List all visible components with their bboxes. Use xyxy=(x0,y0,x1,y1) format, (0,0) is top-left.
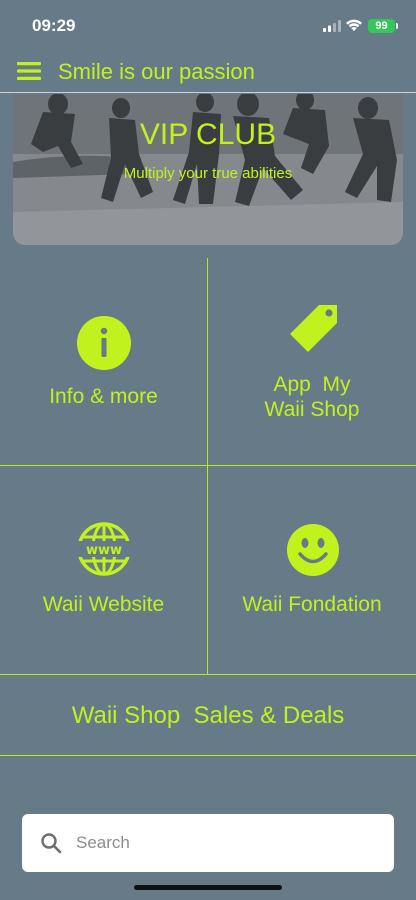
sales-and-deals-label: Waii Shop Sales & Deals xyxy=(71,702,345,729)
tile-label: Waii Website xyxy=(42,593,165,616)
battery-level: 99 xyxy=(375,20,388,32)
tile-label: Info & more xyxy=(49,385,158,408)
page-title: Smile is our passion xyxy=(58,59,255,84)
tile-label-line1: App My xyxy=(273,373,351,396)
hamburger-menu-icon[interactable] xyxy=(17,61,41,81)
status-time: 09:29 xyxy=(32,16,76,35)
search-input[interactable] xyxy=(76,814,376,872)
tile-info-and-more[interactable]: Info & more xyxy=(0,258,207,465)
app-header: Smile is our passion xyxy=(0,52,416,93)
tile-app-my-waii-shop[interactable]: App My Waii Shop xyxy=(208,258,416,465)
home-indicator xyxy=(134,885,282,890)
tag-icon xyxy=(290,305,337,352)
tile-label-line2: Waii Shop xyxy=(264,398,360,421)
search-bar[interactable] xyxy=(22,814,394,872)
search-icon xyxy=(41,833,62,854)
cellular-signal-icon xyxy=(323,20,341,32)
wifi-icon xyxy=(346,19,362,31)
sales-and-deals-button[interactable]: Waii Shop Sales & Deals xyxy=(0,675,416,755)
info-icon xyxy=(77,316,131,370)
smiley-icon xyxy=(287,524,339,576)
grid-divider-horizontal xyxy=(0,755,416,756)
battery-indicator: 99 xyxy=(368,19,395,33)
banner-subtitle: Multiply your true abilities xyxy=(123,165,293,182)
vip-club-banner[interactable]: VIP CLUB Multiply your true abilities xyxy=(13,94,403,245)
banner-title: VIP CLUB xyxy=(139,118,277,151)
svg-text:www: www xyxy=(86,543,122,558)
globe-www-icon: www xyxy=(77,522,131,576)
tile-waii-website[interactable]: www Waii Website xyxy=(0,466,207,674)
status-bar: 09:29 99 xyxy=(0,0,416,52)
tile-waii-fondation[interactable]: Waii Fondation xyxy=(208,466,416,674)
tile-label: Waii Fondation xyxy=(242,593,382,616)
battery-tip xyxy=(396,23,398,29)
